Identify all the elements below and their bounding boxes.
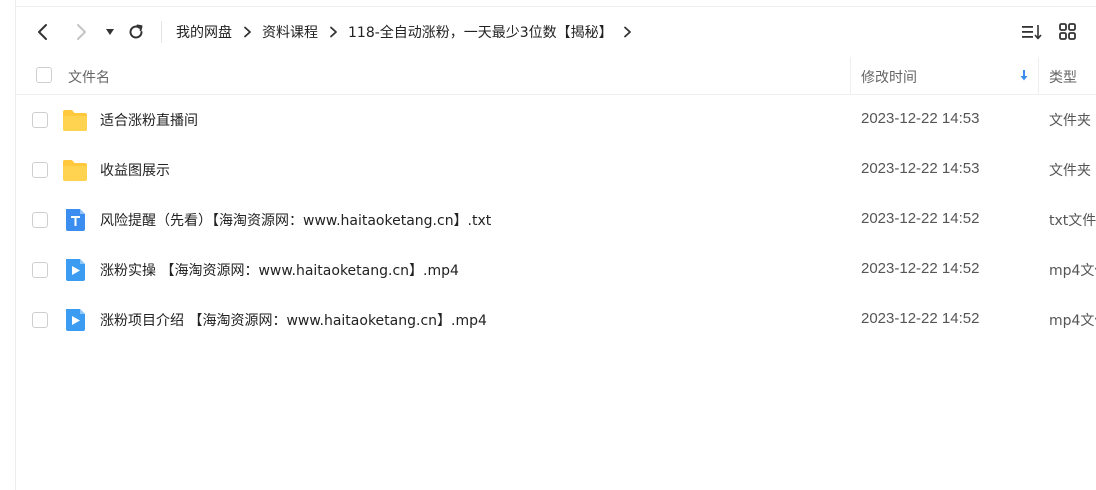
file-browser-window: 我的网盘 资料课程 118-全自动涨粉，一天最少3位数【揭秘】 文件名 修改时间… <box>0 0 1096 490</box>
file-row[interactable]: 收益图展示 2023-12-22 14:53 文件夹 <box>16 145 1096 195</box>
file-modified-time: 2023-12-22 14:52 <box>861 260 980 277</box>
breadcrumb-item-course[interactable]: 资料课程 <box>262 22 318 42</box>
file-name: 风险提醒（先看）【海淘资源网：www.haitaoketang.cn】.txt <box>100 213 492 229</box>
file-modified-time: 2023-12-22 14:53 <box>861 160 980 177</box>
toolbar-separator <box>161 21 162 43</box>
row-checkbox[interactable] <box>32 312 48 328</box>
chevron-right-icon[interactable] <box>613 21 643 43</box>
file-type: 文件夹 <box>1049 113 1091 129</box>
file-row[interactable]: 适合涨粉直播间 2023-12-22 14:53 文件夹 <box>16 95 1096 145</box>
chevron-left-icon <box>38 24 47 40</box>
file-type: 文件夹 <box>1049 163 1091 179</box>
file-name: 收益图展示 <box>100 163 170 179</box>
file-row[interactable]: 风险提醒（先看）【海淘资源网：www.haitaoketang.cn】.txt … <box>16 195 1096 245</box>
back-button[interactable] <box>32 21 54 43</box>
row-checkbox[interactable] <box>32 212 48 228</box>
caret-down-icon <box>106 29 114 35</box>
toolbar: 我的网盘 资料课程 118-全自动涨粉，一天最少3位数【揭秘】 <box>16 7 1096 57</box>
sort-descending-icon[interactable] <box>1019 69 1029 82</box>
video-file-icon <box>66 259 85 281</box>
file-modified-time: 2023-12-22 14:52 <box>861 310 980 327</box>
sort-button[interactable] <box>1020 21 1044 43</box>
chevron-right-icon <box>232 21 262 43</box>
row-checkbox[interactable] <box>32 162 48 178</box>
chevron-right-icon <box>318 21 348 43</box>
column-header-modified[interactable]: 修改时间 <box>861 67 917 87</box>
history-dropdown-button[interactable] <box>99 21 121 43</box>
column-divider[interactable] <box>1038 57 1039 94</box>
folder-icon <box>63 160 87 181</box>
file-type: mp4文件 <box>1049 313 1096 329</box>
file-type: txt文件 <box>1049 213 1096 229</box>
file-name: 适合涨粉直播间 <box>100 113 198 129</box>
grid-view-icon <box>1059 23 1076 40</box>
refresh-button[interactable] <box>125 21 147 43</box>
chevron-right-icon <box>77 24 86 40</box>
sort-list-icon <box>1022 25 1042 40</box>
row-checkbox[interactable] <box>32 112 48 128</box>
file-modified-time: 2023-12-22 14:52 <box>861 210 980 227</box>
file-name: 涨粉项目介绍 【海淘资源网：www.haitaoketang.cn】.mp4 <box>100 313 487 329</box>
file-row[interactable]: 涨粉实操 【海淘资源网：www.haitaoketang.cn】.mp4 202… <box>16 245 1096 295</box>
file-modified-time: 2023-12-22 14:53 <box>861 110 980 127</box>
text-file-icon <box>66 209 85 231</box>
file-name: 涨粉实操 【海淘资源网：www.haitaoketang.cn】.mp4 <box>100 263 459 279</box>
breadcrumb: 我的网盘 资料课程 118-全自动涨粉，一天最少3位数【揭秘】 <box>176 21 643 43</box>
file-row[interactable]: 涨粉项目介绍 【海淘资源网：www.haitaoketang.cn】.mp4 2… <box>16 295 1096 345</box>
video-file-icon <box>66 309 85 331</box>
file-list-header: 文件名 修改时间 类型 <box>16 57 1096 95</box>
row-checkbox[interactable] <box>32 262 48 278</box>
breadcrumb-item-current[interactable]: 118-全自动涨粉，一天最少3位数【揭秘】 <box>348 22 613 42</box>
column-header-type[interactable]: 类型 <box>1049 67 1077 87</box>
select-all-checkbox[interactable] <box>36 67 52 83</box>
column-divider[interactable] <box>850 57 851 94</box>
refresh-icon <box>129 24 143 39</box>
grid-view-button[interactable] <box>1058 21 1078 43</box>
forward-button[interactable] <box>70 21 92 43</box>
file-type: mp4文件 <box>1049 263 1096 279</box>
column-header-name[interactable]: 文件名 <box>68 67 110 87</box>
breadcrumb-item-root[interactable]: 我的网盘 <box>176 22 232 42</box>
folder-icon <box>63 110 87 131</box>
